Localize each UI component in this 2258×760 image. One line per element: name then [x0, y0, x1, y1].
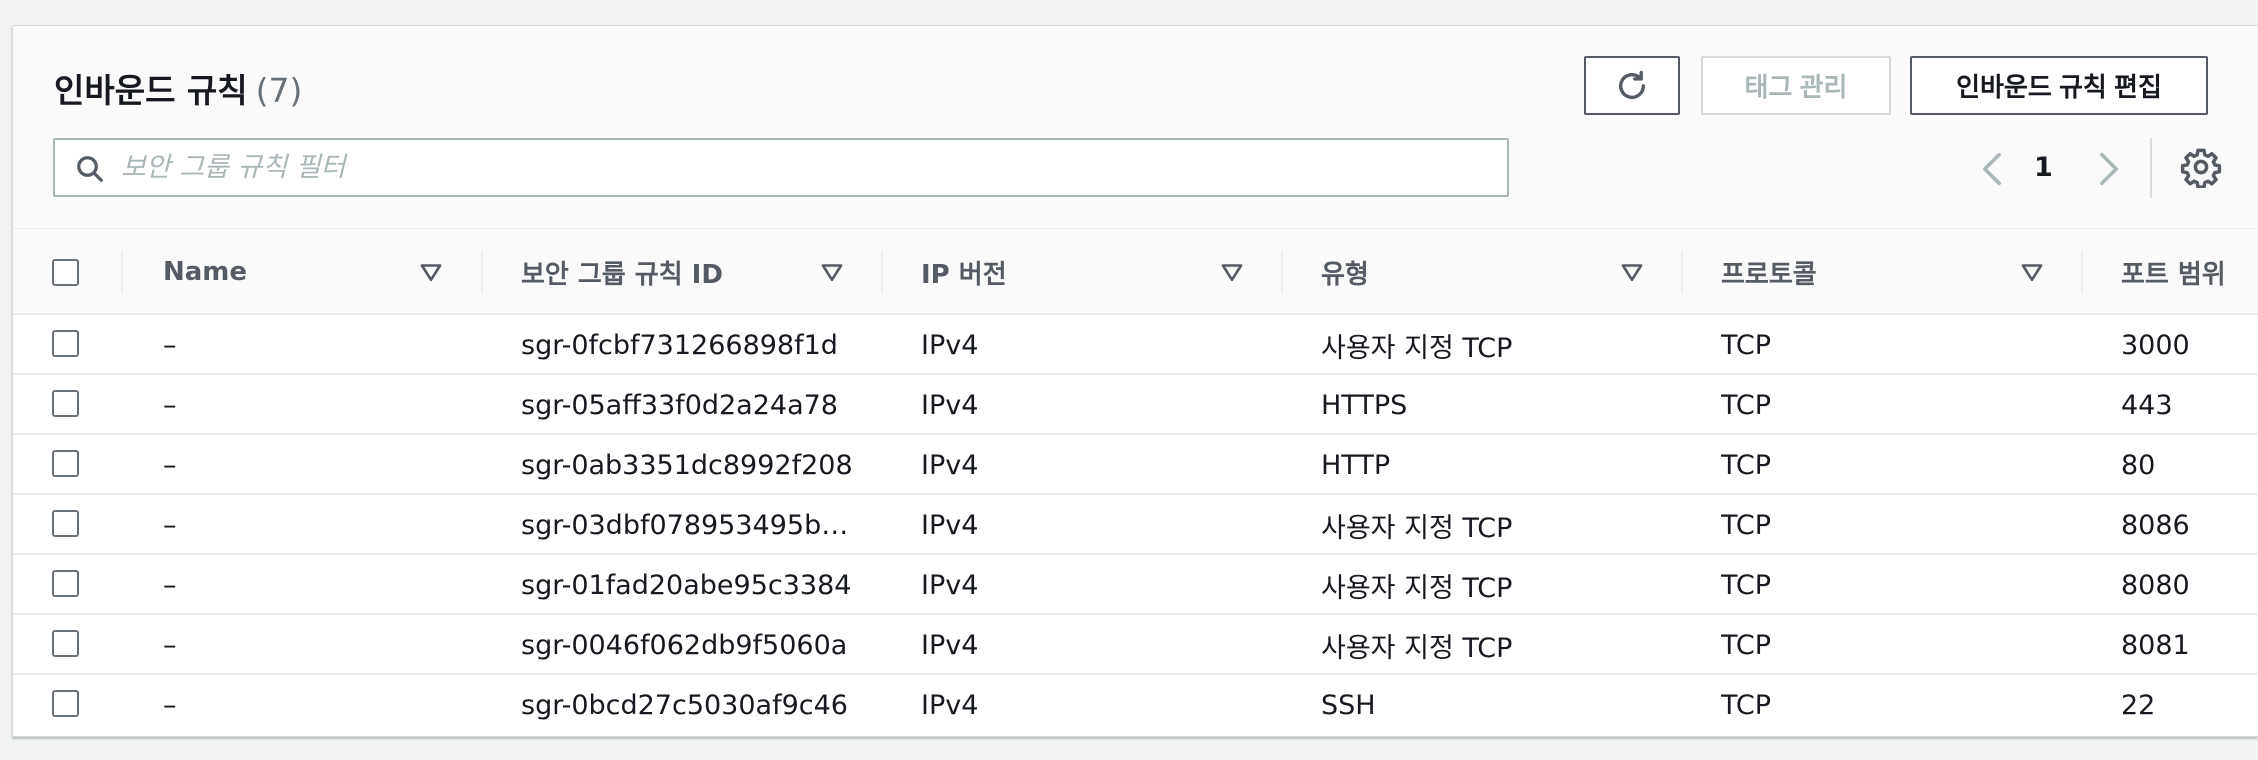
cell-ip-version: IPv4: [921, 629, 979, 661]
caret-down-icon[interactable]: [1219, 259, 1245, 285]
cell-name: –: [163, 509, 177, 541]
cell-protocol: TCP: [1721, 689, 1772, 721]
column-header-type[interactable]: 유형: [1321, 229, 1369, 315]
caret-down-icon[interactable]: [819, 259, 845, 285]
cell-type: 사용자 지정 TCP: [1321, 572, 1513, 604]
current-page-number[interactable]: 1: [2034, 152, 2053, 183]
cell-rule-id: sgr-0046f062db9f5060a: [521, 629, 848, 661]
table-header: Name 보안 그룹 규칙 ID IP 버전 유형 프로토콜 포트 범위: [13, 229, 2258, 315]
column-header-port-range[interactable]: 포트 범위: [2121, 229, 2226, 315]
cell-name: –: [163, 329, 177, 361]
refresh-icon: [1618, 70, 1646, 99]
previous-page-button[interactable]: [1972, 147, 2012, 191]
cell-protocol: TCP: [1721, 509, 1772, 541]
column-divider: [881, 251, 883, 293]
cell-type: SSH: [1321, 689, 1376, 721]
table-row[interactable]: – sgr-0bcd27c5030af9c46 IPv4 SSH TCP 22: [13, 675, 2258, 735]
caret-down-icon[interactable]: [1619, 259, 1645, 285]
cell-port-range: 80: [2121, 449, 2156, 481]
pagination-divider: [2150, 138, 2152, 198]
row-checkbox[interactable]: [52, 690, 79, 717]
cell-ip-version: IPv4: [921, 509, 979, 541]
column-header-name[interactable]: Name: [163, 229, 247, 315]
cell-protocol: TCP: [1721, 629, 1772, 661]
column-header-protocol[interactable]: 프로토콜: [1721, 229, 1817, 315]
table-row[interactable]: – sgr-0046f062db9f5060a IPv4 사용자 지정 TCP …: [13, 615, 2258, 675]
column-divider: [121, 251, 123, 293]
cell-rule-id: sgr-0bcd27c5030af9c46: [521, 689, 848, 721]
panel-header: 인바운드 규칙(7) 태그 관리 인바운드 규칙 편집 1: [13, 26, 2258, 229]
column-header-rule-id[interactable]: 보안 그룹 규칙 ID: [521, 229, 723, 315]
cell-ip-version: IPv4: [921, 329, 979, 361]
cell-port-range: 3000: [2121, 329, 2190, 361]
row-checkbox[interactable]: [52, 510, 79, 537]
cell-protocol: TCP: [1721, 569, 1772, 601]
cell-name: –: [163, 449, 177, 481]
cell-protocol: TCP: [1721, 389, 1772, 421]
cell-rule-id: sgr-01fad20abe95c3384: [521, 569, 852, 601]
table-row[interactable]: – sgr-05aff33f0d2a24a78 IPv4 HTTPS TCP 4…: [13, 375, 2258, 435]
cell-port-range: 8086: [2121, 509, 2190, 541]
row-checkbox[interactable]: [52, 390, 79, 417]
cell-protocol: TCP: [1721, 449, 1772, 481]
cell-ip-version: IPv4: [921, 569, 979, 601]
cell-type: 사용자 지정 TCP: [1321, 332, 1513, 364]
cell-rule-id: sgr-0ab3351dc8992f208: [521, 449, 853, 481]
table-row[interactable]: – sgr-0fcbf731266898f1d IPv4 사용자 지정 TCP …: [13, 315, 2258, 375]
cell-rule-id: sgr-0fcbf731266898f1d: [521, 329, 838, 361]
cell-port-range: 22: [2121, 689, 2156, 721]
row-checkbox[interactable]: [52, 630, 79, 657]
cell-port-range: 8081: [2121, 629, 2190, 661]
search-icon: [77, 156, 103, 182]
chevron-right-icon: [2099, 152, 2118, 186]
row-checkbox[interactable]: [52, 450, 79, 477]
column-divider: [1281, 251, 1283, 293]
cell-ip-version: IPv4: [921, 449, 979, 481]
cell-name: –: [163, 389, 177, 421]
cell-type: HTTPS: [1321, 389, 1408, 421]
cell-port-range: 443: [2121, 389, 2173, 421]
cell-ip-version: IPv4: [921, 389, 979, 421]
panel-title-text: 인바운드 규칙: [54, 71, 248, 110]
cell-type: 사용자 지정 TCP: [1321, 632, 1513, 664]
search-box[interactable]: [53, 138, 1509, 197]
edit-inbound-rules-button[interactable]: 인바운드 규칙 편집: [1910, 56, 2208, 115]
row-checkbox[interactable]: [52, 570, 79, 597]
panel-title: 인바운드 규칙 (7): [54, 64, 302, 112]
table-row[interactable]: – sgr-0ab3351dc8992f208 IPv4 HTTP TCP 80: [13, 435, 2258, 495]
cell-port-range: 8080: [2121, 569, 2190, 601]
select-all-checkbox[interactable]: [52, 259, 79, 286]
cell-rule-id: sgr-05aff33f0d2a24a78: [521, 389, 838, 421]
cell-name: –: [163, 629, 177, 661]
caret-down-icon[interactable]: [418, 259, 444, 285]
cell-name: –: [163, 569, 177, 601]
chevron-left-icon: [1983, 152, 2001, 186]
next-page-button[interactable]: [2089, 147, 2129, 191]
cell-protocol: TCP: [1721, 329, 1772, 361]
cell-name: –: [163, 689, 177, 721]
table-row[interactable]: – sgr-03dbf078953495b… IPv4 사용자 지정 TCP T…: [13, 495, 2258, 555]
column-divider: [1681, 251, 1683, 293]
column-divider: [2081, 251, 2083, 293]
column-header-ip-version[interactable]: IP 버전: [921, 229, 1007, 315]
manage-tags-button[interactable]: 태그 관리: [1701, 56, 1891, 115]
cell-rule-id: sgr-03dbf078953495b…: [521, 509, 849, 541]
search-input[interactable]: [121, 140, 1491, 195]
cell-type: HTTP: [1321, 449, 1391, 481]
row-checkbox[interactable]: [52, 330, 79, 357]
rule-count: (7): [255, 71, 303, 110]
cell-type: 사용자 지정 TCP: [1321, 512, 1513, 544]
gear-icon[interactable]: [2180, 146, 2222, 188]
column-divider: [481, 251, 483, 293]
caret-down-icon[interactable]: [2019, 259, 2045, 285]
table-row[interactable]: – sgr-01fad20abe95c3384 IPv4 사용자 지정 TCP …: [13, 555, 2258, 615]
refresh-button[interactable]: [1584, 56, 1680, 115]
inbound-rules-panel: 인바운드 규칙(7) 태그 관리 인바운드 규칙 편집 1: [12, 25, 2258, 737]
cell-ip-version: IPv4: [921, 689, 979, 721]
